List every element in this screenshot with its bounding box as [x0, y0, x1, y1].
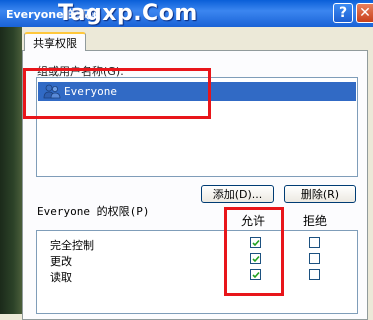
permission-row-read: 读取	[37, 268, 357, 284]
user-name: Everyone	[64, 85, 117, 98]
check-icon	[252, 255, 260, 263]
deny-checkbox[interactable]	[309, 237, 320, 248]
tab-share-permissions[interactable]: 共享权限	[24, 32, 86, 51]
allow-column-header: 允许	[241, 214, 266, 228]
permission-row-change: 更改	[37, 252, 357, 268]
permission-name: 读取	[50, 271, 72, 284]
allow-checkbox[interactable]	[250, 253, 261, 264]
watermark-logo: Tagxp.Com	[58, 1, 198, 26]
users-icon	[43, 84, 61, 99]
permissions-table: 完全控制 更改 读取	[36, 230, 358, 314]
remove-button[interactable]: 删除(R)	[284, 185, 356, 203]
close-icon: ✕	[359, 5, 371, 21]
permission-row-full-control: 完全控制	[37, 236, 357, 252]
add-button[interactable]: 添加(D)...	[201, 185, 274, 203]
check-icon	[252, 271, 260, 279]
user-list[interactable]: Everyone	[36, 77, 358, 177]
deny-checkbox[interactable]	[309, 269, 320, 280]
deny-checkbox[interactable]	[309, 253, 320, 264]
check-icon	[252, 239, 260, 247]
help-button[interactable]: ?	[333, 3, 353, 23]
help-icon: ?	[338, 5, 348, 21]
deny-column-header: 拒绝	[303, 214, 328, 228]
list-item-everyone[interactable]: Everyone	[38, 82, 356, 101]
permissions-label: Everyone 的权限(P)	[37, 205, 150, 218]
allow-checkbox[interactable]	[250, 269, 261, 280]
title-bar[interactable]: Everyone 的权限 Tagxp.Com ? ✕	[0, 0, 373, 27]
permission-name: 更改	[50, 255, 72, 268]
permission-name: 完全控制	[50, 239, 94, 252]
close-button[interactable]: ✕	[356, 3, 373, 23]
tab-label: 共享权限	[33, 36, 77, 50]
background-strip	[0, 27, 22, 314]
allow-checkbox[interactable]	[250, 237, 261, 248]
